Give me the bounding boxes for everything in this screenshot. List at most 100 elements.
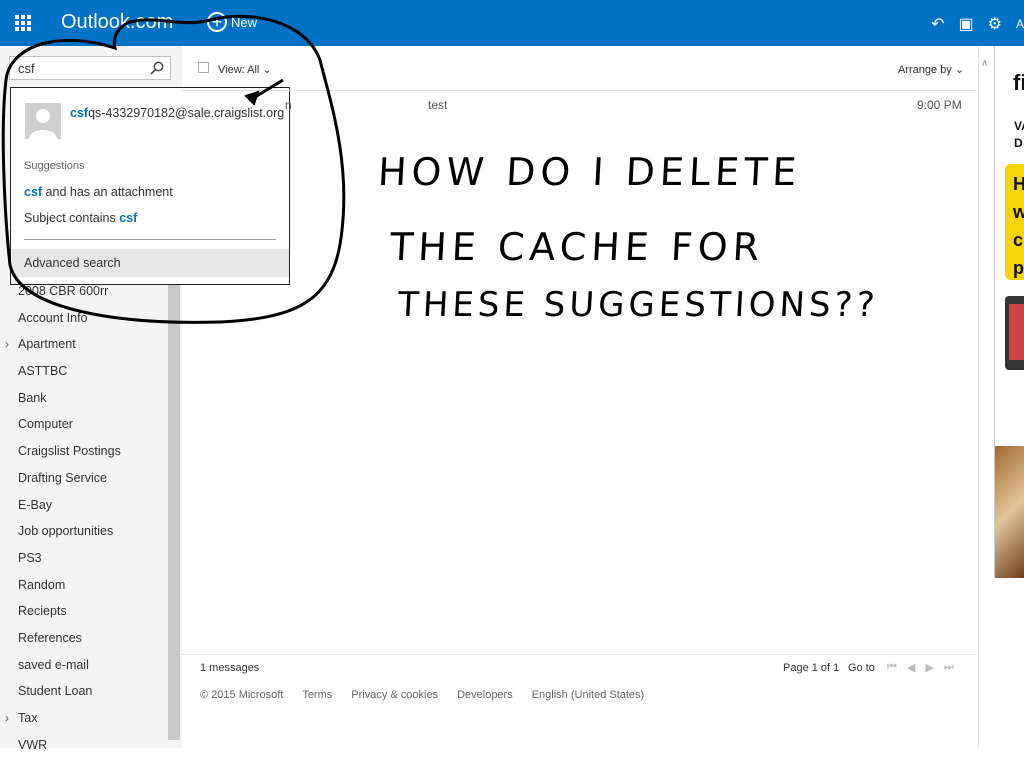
previous-page-icon[interactable]: ◀ — [907, 661, 915, 674]
annotation-line-1: HOW DO I DELETE — [376, 150, 803, 194]
arrange-by-label: Arrange by — [898, 64, 952, 76]
suggestion-match-text: csf — [119, 211, 138, 225]
folder-item[interactable]: Account Info — [0, 305, 168, 332]
message-sender[interactable]: n — [285, 98, 292, 112]
chevron-down-icon: ⌄ — [954, 64, 965, 76]
folder-item[interactable]: › Apartment — [0, 331, 168, 358]
suggestion-prefix-text: Subject contains — [24, 211, 120, 225]
folder-item[interactable]: Computer — [0, 411, 168, 438]
suggestion-match-text: csf — [24, 185, 43, 199]
folder-item[interactable]: › Tax — [0, 705, 168, 732]
search-suggestions-dropdown: csfqs-4332970182@sale.craigslist.org Sug… — [10, 87, 290, 285]
undo-icon[interactable]: ↶ — [931, 14, 944, 34]
folder-item[interactable]: Craigslist Postings — [0, 438, 168, 465]
folder-label: VWR — [18, 737, 48, 752]
chevron-right-icon[interactable]: › — [5, 331, 9, 358]
message-time: 9:00 PM — [917, 98, 962, 112]
suggestions-header: Suggestions — [24, 160, 85, 172]
folder-list: 2008 CBR 600rr Account Info › Apartment ASTT… — [0, 278, 168, 758]
person-icon — [29, 109, 57, 139]
folder-item[interactable]: References — [0, 625, 168, 652]
chevron-right-icon[interactable]: › — [5, 705, 9, 732]
app-title[interactable]: Outlook.com — [61, 11, 173, 34]
dropdown-divider — [24, 239, 276, 240]
contact-rest-text: qs-4332970182@sale.craigslist.org — [88, 106, 285, 120]
view-filter-label: View: All — [218, 64, 260, 76]
folder-label: 2008 CBR 600rr — [18, 284, 109, 298]
header-actions: ↶ ▣ ⚙ Aa — [931, 14, 1024, 34]
language-link[interactable]: English (United States) — [532, 689, 645, 701]
divider — [978, 46, 979, 748]
developers-link[interactable]: Developers — [457, 689, 513, 701]
goto-link[interactable]: Go to — [848, 662, 875, 674]
pager-controls: ⏮ ◀ ▶ ⏭ — [887, 661, 954, 674]
arrange-by-dropdown[interactable]: Arrange by ⌄ — [898, 63, 964, 76]
advanced-search-button[interactable]: Advanced search — [12, 249, 289, 277]
privacy-link[interactable]: Privacy & cookies — [351, 689, 438, 701]
ad-yellow-text: H w c p — [1013, 174, 1024, 278]
folder-item[interactable]: Random — [0, 572, 168, 599]
folder-item[interactable]: Drafting Service — [0, 465, 168, 492]
account-initials[interactable]: Aa — [1016, 17, 1024, 31]
folder-label: Student Loan — [18, 684, 93, 699]
advertisement[interactable]: fi VA D H w c p — [994, 46, 1024, 578]
message-subject[interactable]: test — [428, 98, 447, 112]
terms-link[interactable]: Terms — [302, 689, 332, 701]
annotation-line-2: THE CACHE FOR — [388, 225, 766, 269]
search-icon[interactable] — [150, 61, 164, 75]
folder-label: Tax — [18, 711, 38, 725]
folder-item[interactable]: Student Loan — [0, 678, 168, 705]
ad-phone-image — [1005, 296, 1024, 370]
folder-label: References — [18, 630, 82, 645]
folder-label: Craigslist Postings — [18, 444, 121, 459]
divider — [182, 654, 977, 655]
suggestion-has-attachment[interactable]: csf and has an attachment — [24, 185, 173, 199]
page-info: Page 1 of 1 — [783, 662, 840, 674]
suggestion-rest-text: and has an attachment — [42, 185, 173, 199]
folder-label: Account Info — [18, 310, 88, 325]
new-button[interactable]: + New — [207, 12, 257, 32]
folder-label: E-Bay — [18, 497, 53, 512]
contact-suggestion[interactable]: csfqs-4332970182@sale.craigslist.org — [70, 106, 284, 120]
last-page-icon[interactable]: ⏭ — [944, 661, 954, 674]
folder-item[interactable]: E-Bay — [0, 492, 168, 519]
ad-headline: fi — [1013, 70, 1024, 95]
scroll-up-icon[interactable]: ∧ — [981, 58, 988, 69]
folder-scrollbar[interactable] — [168, 280, 180, 740]
folder-item[interactable]: Reciepts — [0, 598, 168, 625]
ad-dog-image — [995, 446, 1024, 578]
folder-label: ASTTBC — [18, 364, 68, 379]
folder-item[interactable]: VWR — [0, 732, 168, 758]
first-page-icon[interactable]: ⏮ — [887, 661, 897, 674]
top-bar: Outlook.com + New ↶ ▣ ⚙ Aa — [0, 0, 1024, 46]
contact-match-text: csf — [70, 106, 89, 120]
divider — [182, 90, 977, 91]
folder-item[interactable]: saved e-mail — [0, 652, 168, 679]
view-filter-dropdown[interactable]: View: All ⌄ — [218, 63, 272, 76]
search-field[interactable] — [9, 56, 171, 80]
folder-item[interactable]: ASTTBC — [0, 358, 168, 385]
folder-label: saved e-mail — [18, 657, 89, 672]
folder-item[interactable]: PS3 — [0, 545, 168, 572]
suggestion-subject-contains[interactable]: Subject contains csf — [24, 211, 137, 225]
gear-icon[interactable]: ⚙ — [988, 14, 1002, 34]
next-page-icon[interactable]: ▶ — [925, 661, 933, 674]
folder-label: Random — [18, 577, 66, 592]
folder-label: Computer — [18, 417, 73, 432]
annotation-line-3: THESE SUGGESTIONS?? — [396, 285, 880, 325]
folder-label: Reciepts — [18, 604, 67, 619]
app-launcher-icon[interactable] — [0, 0, 46, 46]
copyright: © 2015 Microsoft — [200, 689, 284, 701]
select-all-checkbox[interactable] — [198, 62, 209, 73]
folder-label: Bank — [18, 390, 47, 405]
ad-yellow-panel: H w c p — [1005, 164, 1024, 280]
folder-item[interactable]: Bank — [0, 385, 168, 412]
message-count: 1 messages — [200, 662, 260, 674]
plus-icon: + — [207, 12, 227, 32]
folder-label: Drafting Service — [18, 470, 107, 485]
chat-icon[interactable]: ▣ — [959, 14, 974, 34]
folder-label: Apartment — [18, 337, 76, 352]
search-input[interactable] — [16, 60, 140, 77]
folder-item[interactable]: Job opportunities — [0, 518, 168, 545]
chevron-down-icon: ⌄ — [262, 64, 272, 76]
